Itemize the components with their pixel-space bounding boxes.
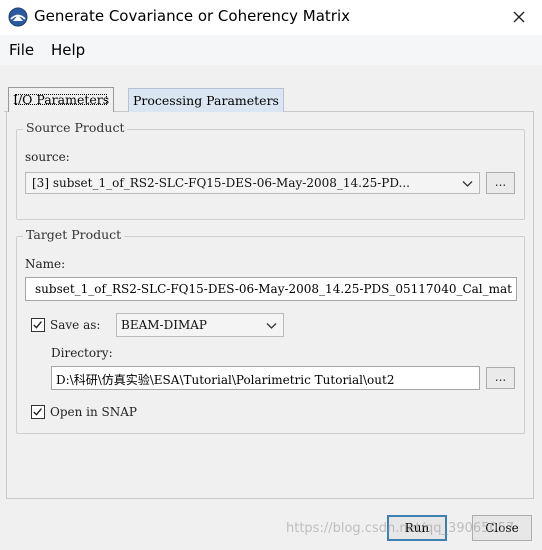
source-browse-button[interactable]: ... bbox=[486, 172, 515, 194]
name-label: Name: bbox=[25, 257, 66, 271]
source-product-group: Source Product source: [3] subset_1_of_R… bbox=[16, 120, 525, 220]
title-bar: Generate Covariance or Coherency Matrix bbox=[0, 0, 542, 35]
chevron-down-icon bbox=[462, 181, 473, 187]
menu-file[interactable]: File bbox=[9, 41, 34, 59]
snap-logo-icon bbox=[8, 7, 28, 27]
tab-io-parameters-label: I/O Parameters bbox=[13, 92, 110, 107]
tab-processing-parameters[interactable]: Processing Parameters bbox=[128, 88, 284, 112]
directory-input[interactable]: D:\科研\仿真实验\ESA\Tutorial\Polarimetric Tut… bbox=[51, 366, 480, 390]
dialog-window: Generate Covariance or Coherency Matrix … bbox=[0, 0, 542, 550]
directory-value: D:\科研\仿真实验\ESA\Tutorial\Polarimetric Tut… bbox=[56, 373, 395, 387]
run-button[interactable]: Run bbox=[387, 515, 447, 541]
checkmark-icon bbox=[33, 408, 42, 416]
save-as-checkbox[interactable] bbox=[31, 318, 45, 332]
save-as-label: Save as: bbox=[50, 318, 101, 332]
target-name-input[interactable]: subset_1_of_RS2-SLC-FQ15-DES-06-May-2008… bbox=[25, 277, 517, 301]
close-icon[interactable] bbox=[508, 6, 530, 28]
source-product-title: Source Product bbox=[23, 120, 128, 135]
menu-help[interactable]: Help bbox=[51, 41, 85, 59]
target-name-value: subset_1_of_RS2-SLC-FQ15-DES-06-May-2008… bbox=[35, 282, 512, 296]
menu-bar: File Help bbox=[0, 35, 542, 65]
save-format-value: BEAM-DIMAP bbox=[121, 318, 207, 332]
save-format-select[interactable]: BEAM-DIMAP bbox=[116, 313, 284, 337]
source-label: source: bbox=[25, 150, 70, 164]
source-product-value: [3] subset_1_of_RS2-SLC-FQ15-DES-06-May-… bbox=[32, 176, 410, 190]
checkmark-icon bbox=[33, 321, 42, 329]
open-in-snap-label: Open in SNAP bbox=[50, 405, 138, 419]
source-product-select[interactable]: [3] subset_1_of_RS2-SLC-FQ15-DES-06-May-… bbox=[25, 172, 480, 194]
tab-io-parameters[interactable]: I/O Parameters bbox=[8, 87, 115, 113]
target-product-group: Target Product Name: subset_1_of_RS2-SLC… bbox=[16, 227, 525, 434]
window-title: Generate Covariance or Coherency Matrix bbox=[34, 7, 351, 25]
chevron-down-icon bbox=[266, 323, 277, 329]
directory-label: Directory: bbox=[51, 346, 113, 360]
open-in-snap-checkbox[interactable] bbox=[31, 405, 45, 419]
directory-browse-button[interactable]: ... bbox=[486, 367, 515, 389]
close-button[interactable]: Close bbox=[472, 515, 532, 541]
io-parameters-panel: Source Product source: [3] subset_1_of_R… bbox=[6, 112, 534, 499]
target-product-title: Target Product bbox=[23, 227, 125, 242]
tab-processing-parameters-label: Processing Parameters bbox=[133, 93, 279, 108]
